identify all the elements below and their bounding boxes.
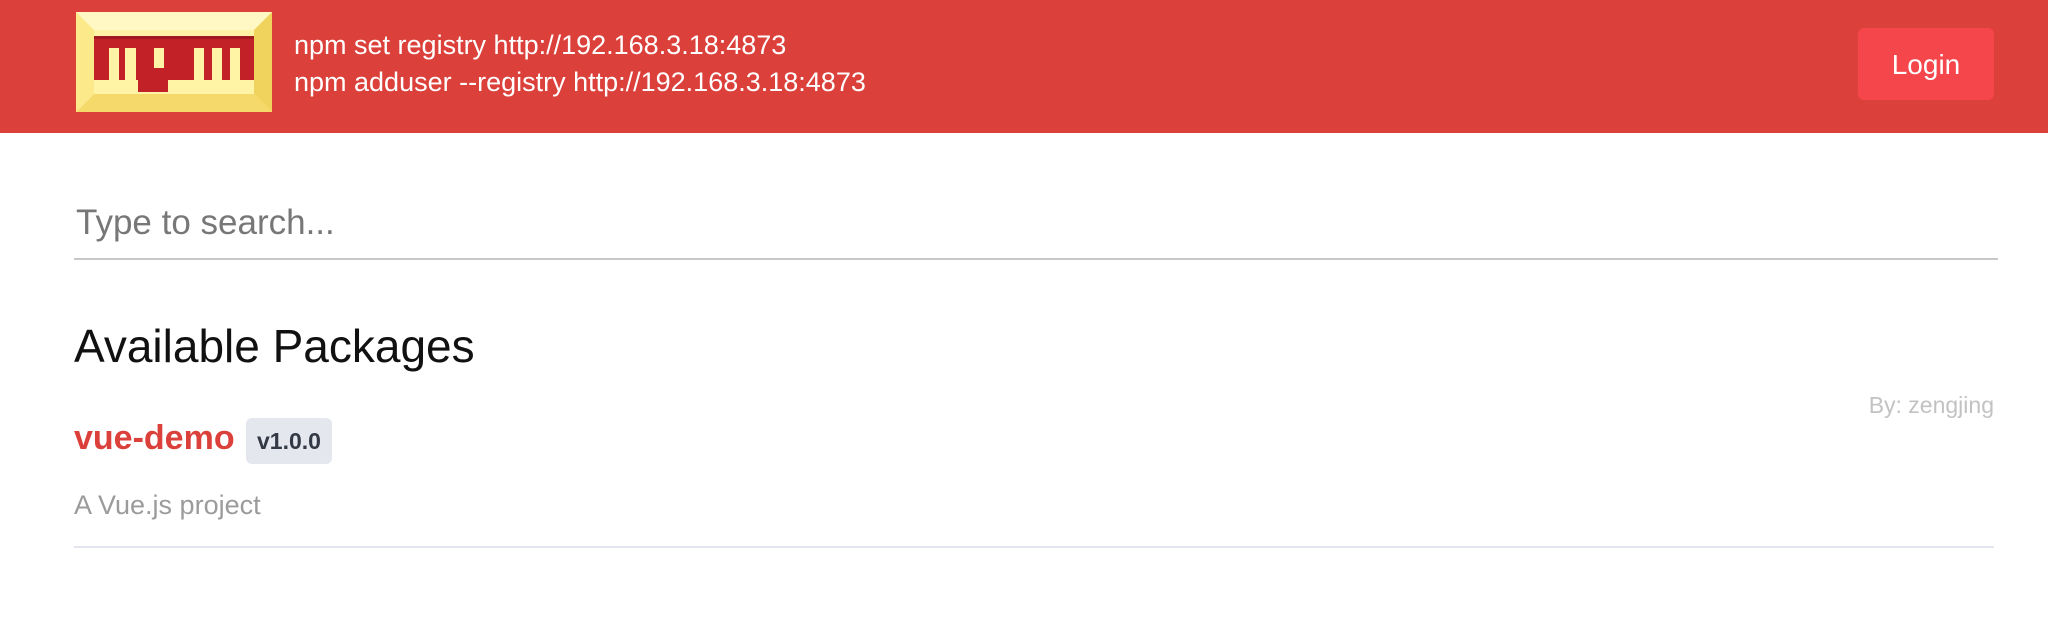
package-author: By: zengjing <box>1868 392 1994 418</box>
search-bar <box>74 190 1998 260</box>
top-header: npm set registry http://192.168.3.18:487… <box>0 0 2048 133</box>
page-title: Available Packages <box>74 320 475 372</box>
package-name-link[interactable]: vue-demo <box>74 416 235 460</box>
registry-instructions: npm set registry http://192.168.3.18:487… <box>294 27 866 101</box>
login-button[interactable]: Login <box>1858 28 1994 100</box>
npm-logo[interactable] <box>76 12 272 112</box>
package-description: A Vue.js project <box>74 490 261 520</box>
registry-adduser-command: npm adduser --registry http://192.168.3.… <box>294 67 866 97</box>
search-input[interactable] <box>74 190 1998 256</box>
package-list-item: vue-demo v1.0.0 By: zengjing A Vue.js pr… <box>74 380 1994 548</box>
npm-logo-image <box>76 12 272 112</box>
package-version-badge: v1.0.0 <box>246 418 332 464</box>
registry-set-command: npm set registry http://192.168.3.18:487… <box>294 30 787 60</box>
